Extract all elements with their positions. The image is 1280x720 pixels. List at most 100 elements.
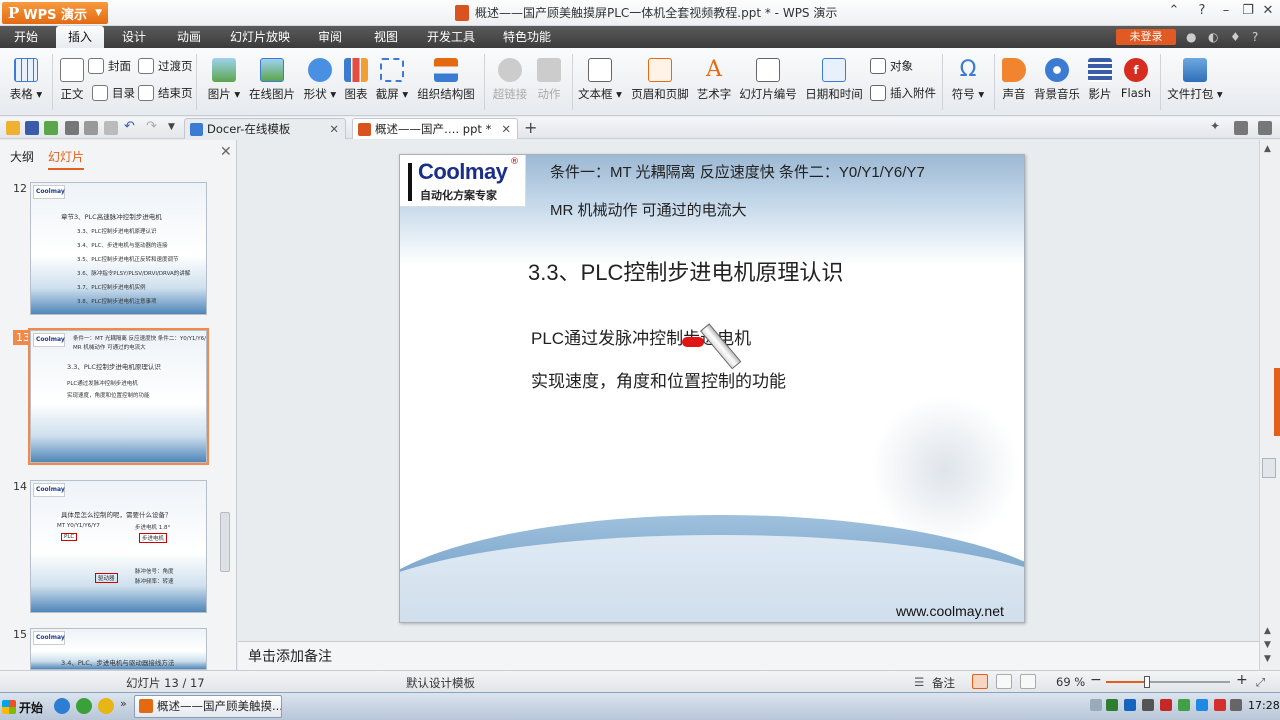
scrollbar-thumb[interactable] xyxy=(220,512,230,572)
tab-features[interactable]: 特色功能 xyxy=(496,26,558,48)
start-button[interactable]: 开始 xyxy=(2,696,48,718)
insert-attachment-button[interactable]: 插入附件 xyxy=(870,85,936,101)
online-picture-button[interactable]: 在线图片 xyxy=(248,58,296,102)
tools-icon[interactable]: ✦ xyxy=(1210,119,1224,133)
notes-toggle-icon[interactable]: ☰ xyxy=(914,675,924,689)
cover-button[interactable]: 封面 xyxy=(88,58,131,74)
table-button[interactable]: 表格 ▾ xyxy=(6,58,46,102)
package-file-button[interactable]: 文件打包 ▾ xyxy=(1166,58,1224,102)
export-pdf-icon[interactable] xyxy=(44,121,58,135)
tray-icon[interactable] xyxy=(1106,699,1118,711)
login-button[interactable]: 未登录 xyxy=(1116,29,1176,45)
tab-slides[interactable]: 幻灯片 xyxy=(48,148,85,170)
taskbar-item-wps[interactable]: 概述——国产顾美触摸... xyxy=(134,695,282,718)
ending-page-button[interactable]: 结束页 xyxy=(138,85,193,101)
app-icon[interactable] xyxy=(98,698,114,714)
scroll-up-icon[interactable]: ▲ xyxy=(1264,144,1271,154)
format-painter-icon[interactable] xyxy=(104,121,118,135)
undo-icon[interactable]: ↶ xyxy=(124,119,138,134)
action-button[interactable]: 动作 xyxy=(534,58,564,102)
window-icon[interactable] xyxy=(1234,121,1248,135)
tab-insert[interactable]: 插入 xyxy=(56,26,104,48)
slide-thumbnail-13[interactable]: Coolmay 条件一：MT 光耦隔离 反应速度快 条件二：Y0/Y1/Y6/Y… xyxy=(28,328,209,465)
skin-icon[interactable]: ● xyxy=(1186,30,1196,44)
quick-launch-chevron-icon[interactable]: » xyxy=(120,697,127,710)
date-time-button[interactable]: 日期和时间 xyxy=(804,58,864,102)
panel-scrollbar[interactable] xyxy=(219,182,231,670)
slide-thumbnail-12[interactable]: Coolmay 章节3、PLC高速脉冲控制步进电机 3.3、PLC控制步进电机原… xyxy=(30,182,207,315)
fit-window-icon[interactable]: ⤢ xyxy=(1256,675,1265,690)
close-icon[interactable]: ✕ xyxy=(329,119,339,140)
new-tab-icon[interactable]: + xyxy=(524,118,538,137)
minimize-button[interactable]: – xyxy=(1214,3,1238,18)
tray-icon[interactable] xyxy=(1178,699,1190,711)
previous-slide-icon[interactable]: ▲ xyxy=(1264,626,1271,636)
wps-app-menu-button[interactable]: P WPS 演示 ▼ xyxy=(2,2,108,24)
layout-icon[interactable] xyxy=(1258,121,1272,135)
redo-icon[interactable]: ↷ xyxy=(146,119,160,134)
shape-button[interactable]: 形状 ▾ xyxy=(302,58,338,102)
close-icon[interactable]: ✕ xyxy=(220,144,232,160)
condition-line-2[interactable]: MR 机械动作 可通过的电流大 xyxy=(550,199,747,220)
tab-review[interactable]: 审阅 xyxy=(308,26,352,48)
tray-icon[interactable] xyxy=(1214,699,1226,711)
close-icon[interactable]: ✕ xyxy=(501,119,511,140)
normal-view-button[interactable] xyxy=(972,674,988,689)
scrollbar-thumb[interactable] xyxy=(1262,458,1276,478)
collapse-ribbon-icon[interactable]: ⌃ xyxy=(1162,3,1186,18)
org-chart-button[interactable]: 组织结构图 xyxy=(416,58,476,102)
print-icon[interactable] xyxy=(65,121,79,135)
transition-page-button[interactable]: 过渡页 xyxy=(138,58,193,74)
scroll-down-icon[interactable]: ▼ xyxy=(1264,654,1271,664)
tray-icon[interactable] xyxy=(1196,699,1208,711)
security-app-icon[interactable] xyxy=(76,698,92,714)
tab-docer-templates[interactable]: Docer-在线模板 ✕ xyxy=(184,118,346,139)
chart-button[interactable]: 图表 xyxy=(342,58,370,102)
feedback-icon[interactable]: ◐ xyxy=(1208,30,1218,44)
side-panel-handle[interactable] xyxy=(1274,368,1280,436)
zoom-slider[interactable] xyxy=(1106,676,1230,688)
object-button[interactable]: 对象 xyxy=(870,58,913,74)
ie-browser-icon[interactable] xyxy=(54,698,70,714)
slideshow-button[interactable] xyxy=(1020,674,1036,689)
tshirt-icon[interactable]: ♦ xyxy=(1230,30,1241,44)
screenshot-button[interactable]: 截屏 ▾ xyxy=(374,58,410,102)
tab-home[interactable]: 开始 xyxy=(4,26,48,48)
tray-icon[interactable] xyxy=(1124,699,1136,711)
current-slide[interactable]: Coolmay ® 自动化方案专家 条件一：MT 光耦隔离 反应速度快 条件二：… xyxy=(399,154,1025,623)
header-footer-button[interactable]: 页眉和页脚 xyxy=(630,58,690,102)
condition-line-1[interactable]: 条件一：MT 光耦隔离 反应速度快 条件二：Y0/Y1/Y6/Y7 xyxy=(550,161,925,182)
tab-animation[interactable]: 动画 xyxy=(166,26,212,48)
tab-design[interactable]: 设计 xyxy=(112,26,156,48)
volume-icon[interactable] xyxy=(1230,699,1242,711)
tab-view[interactable]: 视图 xyxy=(364,26,408,48)
tab-presentation[interactable]: 概述——国产…. ppt * ✕ xyxy=(352,118,518,139)
movie-button[interactable]: 影片 xyxy=(1086,58,1114,102)
slide-thumbnail-14[interactable]: Coolmay 具体是怎么控制的呢，需要什么设备？ MT Y0/Y1/Y6/Y7… xyxy=(30,480,207,613)
picture-button[interactable]: 图片 ▾ xyxy=(204,58,244,102)
tab-outline[interactable]: 大纲 xyxy=(10,148,34,165)
zoom-slider-handle[interactable] xyxy=(1143,676,1150,688)
toc-button[interactable]: 目录 xyxy=(92,85,135,101)
help-icon[interactable]: ? xyxy=(1190,3,1214,18)
notes-toggle-label[interactable]: 备注 xyxy=(932,675,955,691)
tray-icon[interactable] xyxy=(1090,699,1102,711)
help-menu-icon[interactable]: ? xyxy=(1252,30,1258,44)
zoom-out-icon[interactable]: − xyxy=(1090,672,1102,688)
tab-developer[interactable]: 开发工具 xyxy=(420,26,482,48)
wordart-button[interactable]: A 艺术字 xyxy=(696,58,732,102)
slide-sorter-button[interactable] xyxy=(996,674,1012,689)
slide-url[interactable]: www.coolmay.net xyxy=(896,603,1004,619)
print-preview-icon[interactable] xyxy=(84,121,98,135)
save-icon[interactable] xyxy=(25,121,39,135)
tray-icon[interactable] xyxy=(1160,699,1172,711)
hyperlink-button[interactable]: 超链接 xyxy=(490,58,530,102)
textbox-button[interactable]: 文本框 ▾ xyxy=(578,58,622,102)
tab-slideshow[interactable]: 幻灯片放映 xyxy=(224,26,296,48)
next-slide-icon[interactable]: ▼ xyxy=(1264,640,1271,650)
sound-button[interactable]: 声音 xyxy=(1000,58,1028,102)
slide-thumbnail-15[interactable]: Coolmay 3.4、PLC、步进电机与驱动器接线方法 xyxy=(30,628,207,670)
slide-title[interactable]: 3.3、PLC控制步进电机原理认识 xyxy=(528,255,843,287)
tray-icon[interactable] xyxy=(1142,699,1154,711)
body-page-button[interactable]: 正文 xyxy=(58,58,86,102)
